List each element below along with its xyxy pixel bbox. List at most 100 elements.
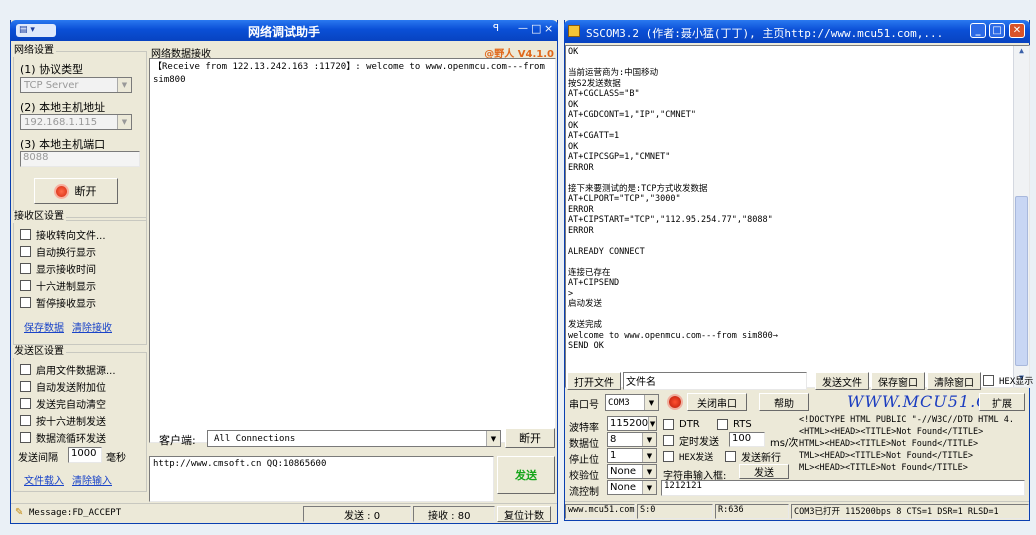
disconnect-button[interactable]: 断开 [505,428,555,448]
local-port-input[interactable]: 8088 [20,151,140,167]
receive-checkbox-4[interactable]: 暂停接收显示 [20,294,106,311]
client-value: All Connections [214,433,296,444]
network-settings-group: 网络设置 (1) 协议类型 TCP Server ▼ (2) 本地主机地址 192… [12,45,147,221]
log-line: OK [568,120,579,131]
serial-send-button[interactable]: 发送 [739,464,789,479]
clear-window-button[interactable]: 清除窗口 [927,372,981,390]
pin-icon[interactable]: ꟼ [488,23,504,38]
chevron-down-icon: ▼ [642,449,656,462]
log-line: AT+CIPSTART="TCP","112.95.254.77","8088" [568,215,773,225]
databits-value: 8 [610,434,617,445]
maximize-button[interactable]: □ [531,22,543,35]
local-ip-value: 192.168.1.115 [24,116,98,128]
baud-value: 115200 [610,418,649,429]
checkbox-box [663,435,674,446]
port-select[interactable]: COM3 ▼ [605,394,659,411]
clear-receive-link[interactable]: 清除接收 [72,319,112,334]
send-newline-checkbox[interactable]: 发送新行 [725,448,781,465]
client-select[interactable]: All Connections ▼ [207,430,501,447]
log-line: AT+CLPORT="TCP","3000" [568,194,681,204]
close-button[interactable]: × [544,22,556,35]
received-bytes: R:636 [715,504,789,519]
dtr-checkbox[interactable]: DTR [663,416,700,433]
send-checkbox-1[interactable]: 自动发送附加位 [20,378,116,395]
chevron-down-icon: ▼ [117,115,131,129]
right-titlebar[interactable]: SSCOM3.2 (作者:聂小猛(丁丁), 主页http://www.mcu51… [564,20,1030,43]
receive-checkbox-0[interactable]: 接收转向文件... [20,226,106,243]
chevron-down-icon: ▼ [642,433,656,446]
hex-send-checkbox[interactable]: HEX发送 [663,448,713,465]
checkbox-box [20,432,31,443]
checkbox-box [20,246,31,257]
preview-text-area: <!DOCTYPE HTML PUBLIC "-//W3C//DTD HTML … [799,414,1027,478]
receive-checkbox-1[interactable]: 自动换行显示 [20,243,106,260]
send-option-label: 按十六进制发送 [36,417,106,428]
maximize-button[interactable]: □ [989,23,1005,38]
log-line: 启动发送 [568,299,603,309]
checkbox-box [717,419,728,430]
baud-select[interactable]: 115200 ▼ [607,416,657,431]
close-button[interactable]: ✕ [1009,23,1025,38]
databits-select[interactable]: 8 ▼ [607,432,657,447]
timed-interval-input[interactable]: 100 [729,432,765,447]
timed-interval-unit: ms/次 [770,438,799,449]
log-line: 连接已存在 [568,267,611,278]
flow-value: None [610,482,637,493]
send-checkbox-2[interactable]: 发送完自动清空 [20,395,116,412]
log-line: AT+CIPSEND [568,278,620,288]
send-interval-input[interactable]: 1000 [68,447,102,463]
port-label: 串口号 [569,400,599,411]
save-window-button[interactable]: 保存窗口 [871,372,925,390]
receive-area-group: 网络数据接收 @野人 V4.1.0 【Receive from 122.13.2… [149,45,556,443]
local-ip-select[interactable]: 192.168.1.115 ▼ [20,114,132,130]
serial-log-area[interactable]: OK 当前运营商为:中国移动 按S2发送数据 AT+CGCLASS="B" OK AT+… [565,45,1030,388]
right-window-title: SSCOM3.2 (作者:聂小猛(丁丁), 主页http://www.mcu51… [586,27,944,40]
flow-select[interactable]: None ▼ [607,480,657,495]
preview-line: <!DOCTYPE HTML PUBLIC "-//W3C//DTD HTML … [799,415,1014,425]
send-text-area[interactable]: http://www.cmsoft.cn QQ:10865600 [149,456,494,502]
receive-text-area[interactable]: 【Receive from 122.13.242.163 :11720】: we… [149,58,556,443]
close-port-button[interactable]: 关闭串口 [687,393,747,411]
send-checkbox-0[interactable]: 启用文件数据源... [20,361,116,378]
dtr-label: DTR [679,419,700,430]
rts-label: RTS [733,419,752,430]
save-data-link[interactable]: 保存数据 [24,319,64,334]
receive-checkbox-3[interactable]: 十六进制显示 [20,277,106,294]
protocol-select[interactable]: TCP Server ▼ [20,77,132,93]
connect-toggle-button[interactable]: 断开 [34,178,118,204]
log-scrollbar[interactable]: ▲ ▼ [1013,46,1029,387]
timed-send-label: 定时发送 [679,437,719,448]
parity-select[interactable]: None ▼ [607,464,657,479]
hex-display-checkbox[interactable]: HEX显示 [983,372,1033,389]
log-line: AT+CIPCSGP=1,"CMNET" [568,152,671,162]
preview-line: <HTML><HEAD><TITLE>Not Found</TITLE> [799,427,984,437]
receive-options-list: 接收转向文件... 自动换行显示 显示接收时间 十六进制显示 暂停接收显示 [20,226,106,311]
send-button[interactable]: 发送 [497,456,555,494]
stopbits-select[interactable]: 1 ▼ [607,448,657,463]
reset-count-button[interactable]: 复位计数 [497,506,551,522]
log-line: ERROR [568,162,594,173]
open-file-button[interactable]: 打开文件 [567,372,621,390]
rts-checkbox[interactable]: RTS [717,416,752,433]
help-button[interactable]: 帮助 [759,393,809,411]
minimize-button[interactable]: — [518,23,530,34]
send-file-button[interactable]: 发送文件 [815,372,869,390]
timed-send-checkbox[interactable]: 定时发送 [663,432,719,449]
send-checkbox-4[interactable]: 数据流循环发送 [20,429,116,446]
clear-input-link[interactable]: 清除输入 [72,472,112,487]
filename-input[interactable]: 文件名 [623,372,807,390]
send-settings-legend: 发送区设置 [12,346,66,358]
scrollbar-thumb[interactable] [1015,196,1028,366]
load-file-link[interactable]: 文件载入 [24,472,64,487]
log-line: ERROR [568,204,594,215]
left-titlebar[interactable]: ▤ ▾ 网络调试助手 ꟼ — □ × [10,20,558,41]
chevron-down-icon: ▼ [644,395,658,410]
send-checkbox-3[interactable]: 按十六进制发送 [20,412,116,429]
local-ip-label: (2) 本地主机地址 [20,101,106,114]
string-input[interactable]: 1212121 [661,480,1025,496]
scroll-up-icon[interactable]: ▲ [1014,46,1029,60]
minimize-button[interactable]: _ [970,23,986,38]
expand-button[interactable]: 扩展 [979,393,1025,411]
receive-checkbox-2[interactable]: 显示接收时间 [20,260,106,277]
send-option-label: 发送完自动清空 [36,400,106,411]
